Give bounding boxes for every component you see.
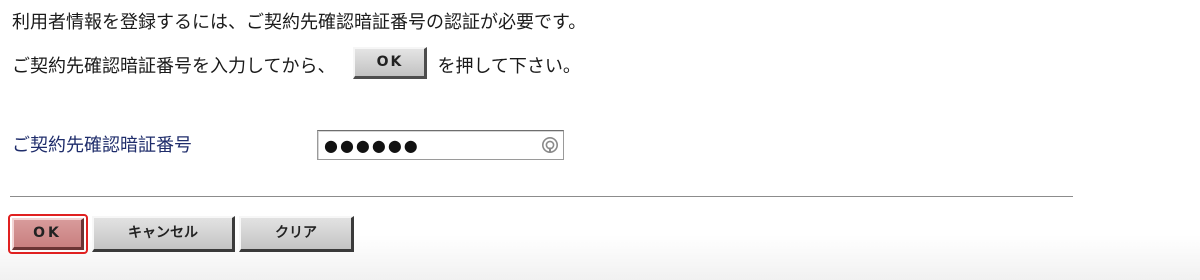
inline-ok-button-image: OK xyxy=(353,47,428,79)
ok-button[interactable]: OK xyxy=(12,218,84,250)
instruction-line-2-before: ご契約先確認暗証番号を入力してから、 xyxy=(12,56,336,77)
action-button-row: OK キャンセル クリア xyxy=(8,214,354,254)
instruction-line-1: 利用者情報を登録するには、ご契約先確認暗証番号の認証が必要です。 xyxy=(12,12,587,33)
instruction-line-2-after: を押して下さい。 xyxy=(437,56,581,77)
pin-verification-page: 利用者情報を登録するには、ご契約先確認暗証番号の認証が必要です。 ご契約先確認暗… xyxy=(0,0,1200,280)
cancel-button[interactable]: キャンセル xyxy=(92,216,235,252)
clear-button[interactable]: クリア xyxy=(239,216,354,252)
pin-field-wrapper xyxy=(317,130,564,160)
ok-button-focus-ring: OK xyxy=(8,214,88,254)
instruction-line-2: ご契約先確認暗証番号を入力してから、 OK を押して下さい。 xyxy=(12,47,581,87)
pin-input[interactable] xyxy=(318,131,528,159)
section-divider xyxy=(10,196,1073,197)
password-reveal-icon[interactable] xyxy=(541,136,559,154)
pin-field-label: ご契約先確認暗証番号 xyxy=(12,135,192,156)
